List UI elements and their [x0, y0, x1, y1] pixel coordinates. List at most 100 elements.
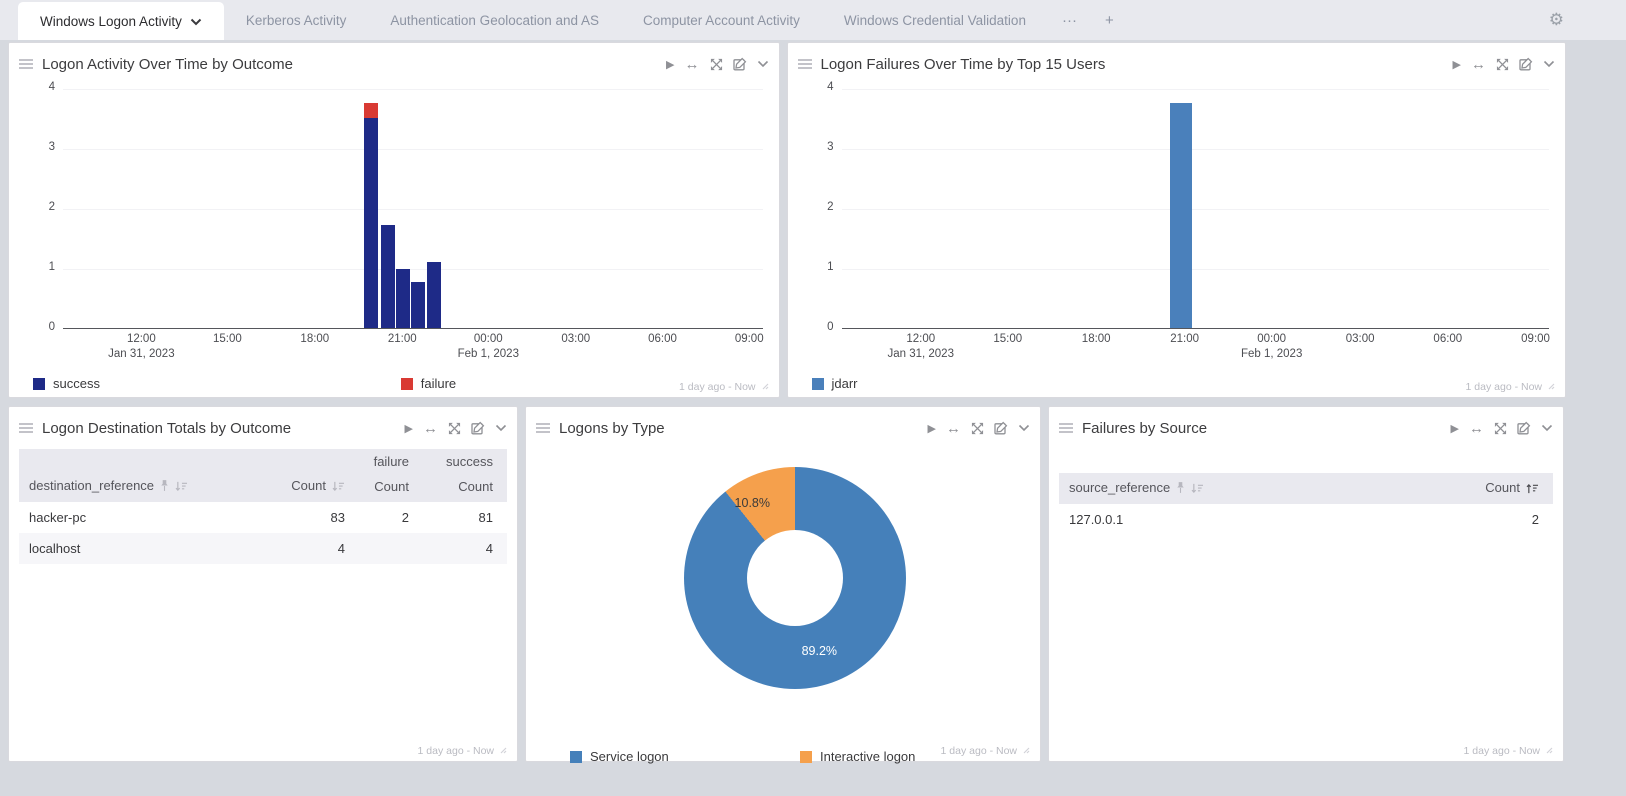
sort-active-icon[interactable]	[1526, 482, 1539, 497]
play-icon[interactable]: ▶	[928, 422, 936, 435]
x-axis-tick: 06:00	[648, 333, 677, 345]
tab-kerberos-activity[interactable]: Kerberos Activity	[224, 0, 369, 40]
chevron-down-icon[interactable]	[1543, 60, 1555, 68]
resize-grip-icon[interactable]	[1547, 381, 1555, 393]
expand-icon[interactable]	[710, 58, 723, 71]
widget-timerange[interactable]: 1 day ago - Now	[941, 745, 1030, 757]
tab-label: Kerberos Activity	[246, 13, 347, 28]
chevron-down-icon	[190, 14, 202, 29]
legend-label: failure	[421, 376, 456, 391]
table-cell	[351, 533, 415, 564]
tick-time-label: 09:00	[1521, 333, 1550, 345]
chart-bar[interactable]	[427, 262, 441, 328]
play-icon[interactable]: ▶	[1451, 422, 1459, 435]
x-axis-tick: 09:00	[1521, 333, 1550, 345]
edit-icon[interactable]	[994, 421, 1008, 435]
legend-label: success	[53, 376, 100, 391]
chevron-down-icon[interactable]	[1541, 424, 1553, 432]
arrows-horizontal-icon[interactable]: ↔	[1471, 57, 1486, 72]
play-icon[interactable]: ▶	[405, 422, 413, 435]
x-axis-tick: 00:00Feb 1, 2023	[1241, 333, 1302, 360]
chart-bar[interactable]	[381, 225, 395, 328]
play-icon[interactable]: ▶	[1453, 58, 1461, 71]
resize-grip-icon[interactable]	[761, 381, 769, 393]
dashboard-tabbar: Windows Logon Activity Kerberos Activity…	[0, 0, 1626, 40]
sort-icon[interactable]	[175, 480, 188, 495]
legend-swatch	[800, 751, 812, 763]
table-cell: 127.0.0.1	[1059, 504, 1463, 535]
edit-icon[interactable]	[1519, 57, 1533, 71]
expand-icon[interactable]	[1496, 58, 1509, 71]
widget-title: Logon Activity Over Time by Outcome	[42, 56, 293, 73]
tab-add-button[interactable]: +	[1091, 0, 1128, 40]
arrows-horizontal-icon[interactable]: ↔	[946, 421, 961, 436]
widget-title: Logon Destination Totals by Outcome	[42, 420, 291, 437]
widget-logon-destination-totals: Logon Destination Totals by Outcome ▶ ↔	[8, 406, 518, 762]
resize-grip-icon[interactable]	[1022, 745, 1030, 757]
resize-grip-icon[interactable]	[499, 745, 507, 757]
widget-timerange[interactable]: 1 day ago - Now	[1466, 381, 1555, 393]
column-header-count-failure[interactable]: Count	[351, 471, 415, 502]
table-cell: 2	[1463, 504, 1553, 535]
tick-time-label: 06:00	[648, 333, 677, 345]
chart-bar[interactable]	[411, 282, 425, 328]
gridline	[63, 149, 763, 150]
drag-handle-icon[interactable]	[536, 423, 550, 433]
chart-bar[interactable]	[1170, 103, 1191, 328]
resize-grip-icon[interactable]	[1545, 745, 1553, 757]
table-row[interactable]: hacker-pc83281	[19, 502, 507, 533]
tab-windows-credential-validation[interactable]: Windows Credential Validation	[822, 0, 1048, 40]
widget-title: Failures by Source	[1082, 420, 1207, 437]
tab-authentication-geolocation[interactable]: Authentication Geolocation and AS	[368, 0, 621, 40]
table-cell: 83	[259, 502, 351, 533]
column-header-destination-reference[interactable]: destination_reference	[19, 471, 259, 502]
chart-bar[interactable]	[364, 103, 378, 328]
column-header-count[interactable]: Count	[1463, 473, 1553, 504]
sort-icon[interactable]	[1191, 482, 1204, 497]
tab-overflow-button[interactable]: ···	[1048, 0, 1091, 40]
y-axis-tick-label: 2	[27, 201, 55, 213]
expand-icon[interactable]	[1494, 422, 1507, 435]
arrows-horizontal-icon[interactable]: ↔	[1469, 421, 1484, 436]
drag-handle-icon[interactable]	[19, 59, 33, 69]
donut-hole	[747, 530, 843, 626]
bar-segment-success	[381, 225, 395, 328]
expand-icon[interactable]	[448, 422, 461, 435]
pin-icon[interactable]	[1176, 482, 1185, 497]
donut-chart[interactable]: 89.2%10.8%	[684, 467, 906, 689]
chevron-down-icon[interactable]	[1018, 424, 1030, 432]
tab-computer-account-activity[interactable]: Computer Account Activity	[621, 0, 822, 40]
group-header-failure: failure	[351, 449, 415, 471]
play-icon[interactable]: ▶	[666, 58, 674, 71]
arrows-horizontal-icon[interactable]: ↔	[423, 421, 438, 436]
tick-time-label: 12:00	[108, 333, 175, 345]
table-cell: 2	[351, 502, 415, 533]
column-header-count-success[interactable]: Count	[415, 471, 507, 502]
edit-icon[interactable]	[471, 421, 485, 435]
tab-windows-logon-activity[interactable]: Windows Logon Activity	[18, 2, 224, 40]
chevron-down-icon[interactable]	[495, 424, 507, 432]
edit-icon[interactable]	[733, 57, 747, 71]
pin-icon[interactable]	[160, 480, 169, 495]
dashboard-settings-button[interactable]: ⚙	[1549, 0, 1564, 40]
widget-timerange[interactable]: 1 day ago - Now	[1464, 745, 1553, 757]
arrows-horizontal-icon[interactable]: ↔	[685, 57, 700, 72]
column-header-count-total[interactable]: Count	[259, 471, 351, 502]
widget-timerange[interactable]: 1 day ago - Now	[679, 381, 768, 393]
expand-icon[interactable]	[971, 422, 984, 435]
column-header-source-reference[interactable]: source_reference	[1059, 473, 1463, 504]
chevron-down-icon[interactable]	[757, 60, 769, 68]
edit-icon[interactable]	[1517, 421, 1531, 435]
widget-timerange[interactable]: 1 day ago - Now	[418, 745, 507, 757]
drag-handle-icon[interactable]	[19, 423, 33, 433]
chart-bar[interactable]	[396, 269, 410, 328]
sort-icon[interactable]	[332, 480, 345, 495]
drag-handle-icon[interactable]	[1059, 423, 1073, 433]
table-row[interactable]: 127.0.0.12	[1059, 504, 1553, 535]
legend-swatch	[33, 378, 45, 390]
table-cell: localhost	[19, 533, 259, 564]
y-axis-tick-label: 3	[27, 141, 55, 153]
table-row[interactable]: localhost44	[19, 533, 507, 564]
chart-legend: success failure	[19, 376, 769, 391]
drag-handle-icon[interactable]	[798, 59, 812, 69]
